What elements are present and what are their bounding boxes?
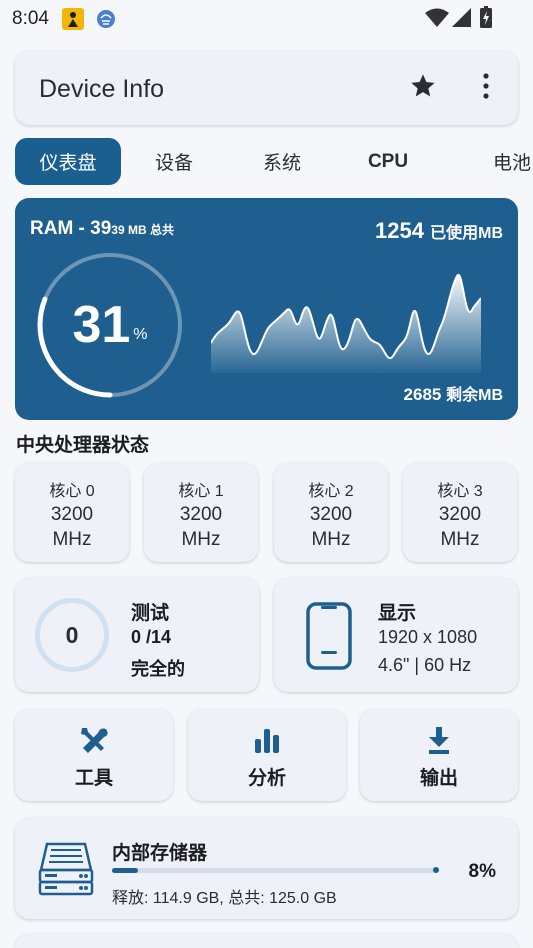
- analysis-label: 分析: [247, 768, 286, 789]
- analysis-button[interactable]: 分析: [188, 709, 346, 801]
- core-unit: MHz: [52, 529, 92, 550]
- app-notification-icon: [62, 8, 84, 35]
- ram-free-value: 2685: [403, 385, 442, 404]
- storage-progress-fill: [112, 868, 139, 873]
- core-frequency: 3200: [179, 504, 223, 525]
- status-bar: 8:04: [0, 0, 533, 36]
- ram-used: 1254 已使用MB: [375, 218, 503, 244]
- tab-cpu[interactable]: CPU: [349, 138, 427, 185]
- test-progress: 0 /14: [131, 627, 172, 647]
- ram-free: 2685 剩余MB: [404, 381, 503, 405]
- core-frequency: 3200: [438, 504, 482, 525]
- tools-label: 工具: [74, 768, 113, 789]
- system-notification-icon: [96, 9, 116, 34]
- tools-icon: [78, 725, 110, 755]
- tab-device[interactable]: 设备: [135, 138, 213, 185]
- ram-used-label: 已使用MB: [430, 225, 503, 242]
- storage-percent: 8%: [468, 861, 496, 882]
- display-details: 4.6" | 60 Hz: [378, 655, 472, 675]
- test-count-ring: 0: [35, 598, 109, 672]
- ram-card[interactable]: RAM - 3939 MB 总共 1254 已使用MB 31% 2685 剩余M…: [15, 198, 518, 420]
- core-unit: MHz: [181, 529, 221, 550]
- star-icon: [409, 72, 437, 105]
- ram-title: RAM - 3939 MB 总共: [30, 218, 174, 240]
- core-name: 核心 0: [49, 483, 95, 500]
- app-bar: Device Info: [15, 51, 518, 125]
- display-title: 显示: [378, 603, 417, 624]
- export-button[interactable]: 输出: [360, 709, 518, 801]
- test-status: 完全的: [131, 659, 185, 679]
- battery-charging-icon: [480, 6, 492, 33]
- smartphone-icon: [306, 602, 352, 670]
- tab-dashboard[interactable]: 仪表盘: [15, 138, 121, 185]
- storage-progress-end: [433, 867, 439, 873]
- ram-title-suffix: 39 MB 总共: [111, 223, 174, 237]
- status-time: 8:04: [12, 8, 49, 29]
- wifi-icon: [425, 8, 449, 33]
- tab-system[interactable]: 系统: [243, 138, 321, 185]
- download-icon: [427, 725, 451, 755]
- tools-button[interactable]: 工具: [15, 709, 173, 801]
- core-name: 核心 1: [178, 483, 224, 500]
- more-options-button[interactable]: [469, 71, 503, 105]
- ram-percent-value: 31: [72, 296, 131, 354]
- tab-bar: 仪表盘 设备 系统 CPU 电池: [15, 138, 533, 186]
- core-frequency: 3200: [309, 504, 353, 525]
- signal-icon: [452, 8, 471, 32]
- bar-chart-icon: [253, 725, 281, 755]
- core-frequency: 3200: [50, 504, 94, 525]
- ram-used-value: 1254: [375, 218, 424, 243]
- tab-battery[interactable]: 电池: [457, 138, 531, 185]
- cpu-core-0[interactable]: 核心 0 3200 MHz: [15, 463, 129, 562]
- app-title: Device Info: [39, 75, 165, 103]
- favorite-button[interactable]: [406, 71, 440, 105]
- cpu-core-3[interactable]: 核心 3 3200 MHz: [403, 463, 517, 562]
- display-card[interactable]: 显示 1920 x 1080 4.6" | 60 Hz: [274, 578, 518, 692]
- next-card-peek: [15, 934, 518, 948]
- cpu-core-2[interactable]: 核心 2 3200 MHz: [274, 463, 388, 562]
- cpu-status-title: 中央处理器状态: [16, 435, 150, 456]
- ram-percent-sign: %: [133, 326, 148, 343]
- more-vert-icon: [481, 72, 491, 105]
- internal-storage-card[interactable]: 内部存储器 8% 释放: 114.9 GB, 总共: 125.0 GB: [15, 818, 518, 919]
- cpu-core-1[interactable]: 核心 1 3200 MHz: [144, 463, 258, 562]
- storage-progress-bar: [112, 867, 439, 873]
- export-label: 输出: [419, 768, 458, 789]
- storage-title: 内部存储器: [112, 843, 208, 864]
- ram-percent: 31%: [35, 250, 185, 400]
- core-name: 核心 3: [437, 483, 483, 500]
- storage-drive-icon: [37, 840, 95, 898]
- ram-free-label: 剩余MB: [446, 387, 503, 404]
- test-card[interactable]: 0 测试 0 /14 完全的: [15, 578, 259, 692]
- core-unit: MHz: [440, 529, 480, 550]
- display-resolution: 1920 x 1080: [378, 627, 478, 647]
- ram-usage-wave: [211, 274, 481, 373]
- storage-free-total: 释放: 114.9 GB, 总共: 125.0 GB: [112, 890, 337, 907]
- core-unit: MHz: [311, 529, 351, 550]
- core-name: 核心 2: [308, 483, 354, 500]
- ram-title-prefix: RAM - 39: [30, 218, 112, 239]
- test-title: 测试: [131, 603, 170, 624]
